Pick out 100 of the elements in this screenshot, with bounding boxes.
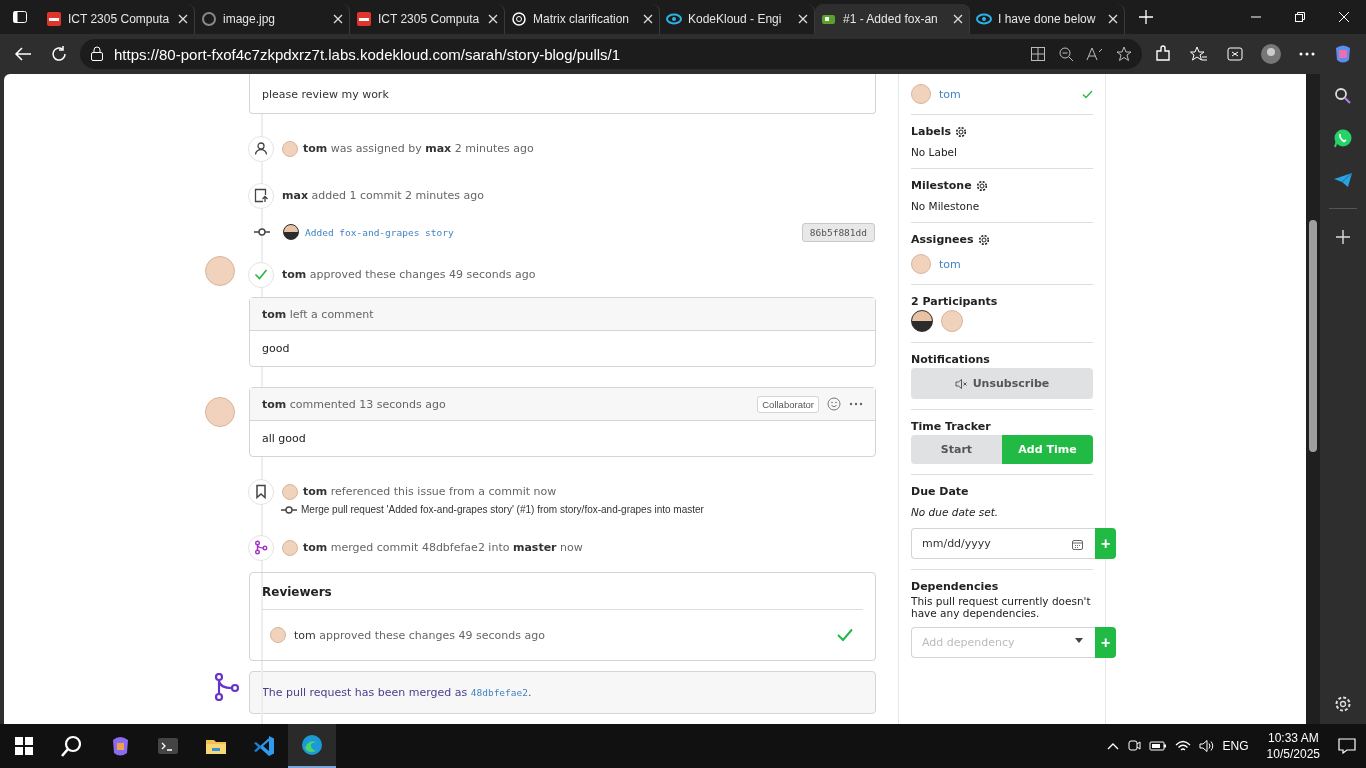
pdf-icon — [356, 11, 372, 27]
scrollbar[interactable] — [1306, 74, 1320, 724]
start-button[interactable]: Start — [911, 435, 1002, 464]
avatar — [911, 254, 931, 274]
taskbar-app[interactable] — [288, 724, 336, 768]
dependency-dropdown[interactable]: Add dependency — [911, 627, 1095, 658]
avatar — [941, 310, 963, 332]
close-icon[interactable] — [333, 14, 343, 24]
commit-icon — [281, 505, 297, 514]
chevron-up-icon[interactable] — [1106, 742, 1119, 750]
notification-icon[interactable] — [1338, 738, 1356, 754]
date-field[interactable]: mm/dd/yyyy — [911, 528, 1095, 559]
commit-link[interactable]: 48dbfefae2 — [470, 687, 528, 698]
dependencies-note: This pull request currently doesn't have any dependencies. — [911, 595, 1092, 619]
paper-plane-icon — [1333, 172, 1353, 188]
comment-header: tom left a comment — [262, 307, 375, 321]
due-date-note: No due date set. — [911, 506, 1000, 518]
push-icon — [254, 188, 268, 203]
avatar — [282, 539, 298, 556]
ellipsis-icon[interactable] — [849, 402, 863, 406]
gear-icon[interactable] — [955, 125, 968, 138]
user-link[interactable]: tom — [939, 257, 1093, 271]
person-icon — [254, 141, 268, 156]
event-text: tom referenced this issue from a commit now — [303, 485, 557, 498]
comment-text: good — [261, 341, 291, 357]
caret-icon — [1075, 637, 1083, 643]
commit-icon — [254, 228, 270, 236]
plus-icon — [1336, 230, 1350, 244]
speaker-icon[interactable] — [1198, 739, 1215, 753]
browser-tab[interactable]: #1 - Added fox-an — [815, 4, 970, 34]
label-value: No Label — [911, 146, 958, 158]
gear-icon[interactable] — [977, 233, 990, 246]
settings-icon — [1334, 695, 1352, 713]
language-indicator[interactable]: ENG — [1222, 739, 1249, 753]
plus-icon — [1139, 10, 1153, 24]
section-title: Due Date — [911, 485, 969, 498]
search-icon — [1334, 87, 1352, 105]
gear-icon[interactable] — [975, 179, 988, 192]
avatar — [205, 256, 235, 286]
commit-message: Merge pull request 'Added fox-and-grapes story' (#1) from story/fox-and-grapes into master — [301, 504, 704, 515]
puzzle-icon — [1154, 45, 1172, 63]
close-icon[interactable] — [178, 14, 188, 24]
zoom-out-icon[interactable] — [1058, 46, 1074, 62]
bookmark-icon — [254, 484, 268, 499]
user-link[interactable]: tom — [939, 87, 1074, 101]
crop-icon — [1226, 45, 1244, 63]
merged-message: The pull request has been merged as 48dbfefae2. — [262, 686, 532, 699]
close-icon[interactable] — [798, 14, 808, 24]
reload-icon — [50, 45, 68, 63]
avatar — [911, 84, 931, 104]
close-icon[interactable] — [488, 14, 498, 24]
close-icon[interactable] — [953, 14, 963, 24]
lock-icon — [90, 46, 104, 62]
calendar-icon — [1072, 538, 1083, 550]
unsubscribe-button[interactable]: Unsubscribe — [911, 368, 1093, 399]
meet-icon[interactable] — [1126, 739, 1141, 753]
eye-icon — [666, 11, 682, 27]
commit-link[interactable]: Added fox-and-grapes story — [305, 226, 454, 238]
read-aloud-icon[interactable] — [1086, 46, 1104, 62]
panel-title: Reviewers — [262, 573, 863, 610]
phone-bubble-icon — [1333, 128, 1353, 148]
section-title: Labels — [911, 125, 952, 138]
close-icon[interactable] — [643, 14, 653, 24]
tab-actions-icon — [12, 9, 28, 25]
commit-sha-button[interactable]: 86b5f881dd — [801, 222, 875, 242]
grid-icon[interactable] — [1030, 46, 1046, 62]
star-icon[interactable] — [1116, 46, 1132, 62]
mute-icon — [954, 377, 969, 390]
restore-icon[interactable] — [1295, 12, 1305, 22]
battery-icon[interactable] — [1148, 740, 1167, 752]
clock-date[interactable]: 10/5/2025 — [1266, 746, 1320, 762]
ellipsis-icon — [1299, 52, 1315, 56]
section-title: Notifications — [911, 353, 990, 366]
avatar — [270, 627, 286, 643]
section-title: Dependencies — [911, 580, 999, 593]
address-bar[interactable]: https://80-port-fxof4c7zkpdxrz7t.labs.kodekloud.com/sarah/story-blog/pulls/1 — [80, 39, 1142, 69]
profile-icon — [1260, 43, 1282, 65]
smiley-icon[interactable] — [827, 397, 841, 411]
avatar — [282, 483, 298, 500]
eye-icon — [976, 11, 992, 27]
terminal-icon — [157, 735, 179, 757]
section-title: Milestone — [911, 179, 972, 192]
pdf-icon — [46, 11, 62, 27]
merge-icon — [214, 673, 240, 701]
close-icon[interactable] — [1108, 14, 1118, 24]
code-editor-icon — [253, 735, 275, 757]
clock-time[interactable]: 10:33 AM — [1267, 730, 1319, 746]
windows-icon — [15, 737, 33, 755]
event-text: max added 1 commit 2 minutes ago — [282, 189, 484, 202]
role-label: Collaborator — [757, 395, 819, 413]
wifi-icon[interactable] — [1174, 739, 1191, 753]
event-text: tom merged commit 48dbfefae2 into master now — [303, 541, 583, 554]
section-title: 2 Participants — [911, 295, 998, 308]
avatar — [911, 310, 933, 332]
avatar — [205, 397, 235, 427]
check-icon — [254, 267, 268, 282]
favorites-icon — [1190, 45, 1208, 63]
section-title: Assignees — [911, 233, 974, 246]
search-icon — [61, 735, 83, 757]
arrow-left-icon — [14, 46, 32, 62]
